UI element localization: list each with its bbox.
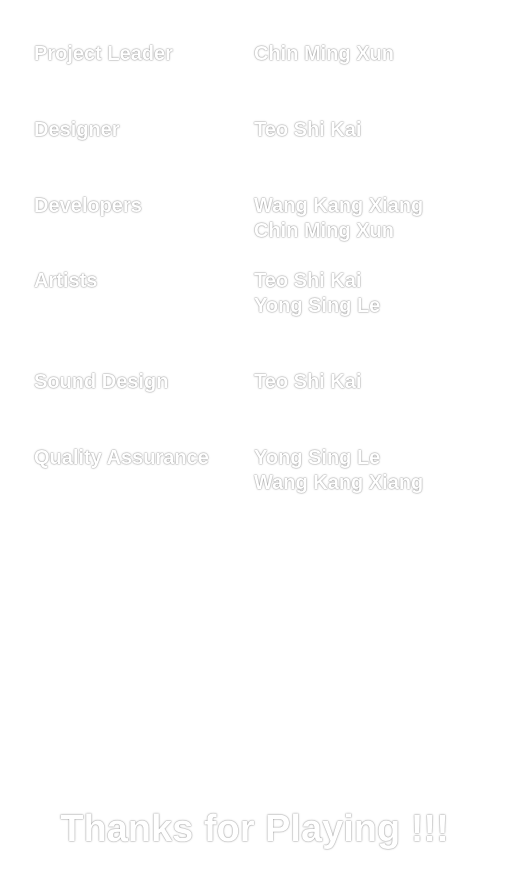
credit-name: Teo Shi Kai — [254, 119, 362, 141]
credit-name: Teo Shi Kai — [254, 371, 362, 393]
credit-name: Chin Ming Xun — [254, 220, 394, 242]
credit-role: Project Leader — [34, 43, 173, 65]
thanks-message: Thanks for Playing !!! — [60, 808, 449, 850]
credit-name: Wang Kang Xiang — [254, 195, 424, 217]
credit-names: Teo Shi Kai Yong Sing Le — [254, 269, 380, 319]
credit-names: Chin Ming Xun — [254, 42, 394, 67]
credit-role: Sound Design — [34, 371, 169, 393]
credit-names: Yong Sing Le Wang Kang Xiang — [254, 446, 423, 496]
credit-role: Designer — [34, 119, 120, 141]
credit-name: Yong Sing Le — [254, 447, 381, 469]
credit-name: Yong Sing Le — [254, 295, 381, 317]
credit-names: Teo Shi Kai — [254, 370, 361, 395]
credit-name: Wang Kang Xiang — [254, 472, 424, 494]
credit-names: Teo Shi Kai — [254, 118, 361, 143]
credit-names: Wang Kang Xiang Chin Ming Xun — [254, 194, 423, 244]
credit-role: Artists — [34, 270, 98, 292]
credit-name: Teo Shi Kai — [254, 270, 362, 292]
credit-role: Quality Assurance — [34, 447, 209, 469]
credit-role: Developers — [34, 195, 142, 217]
credit-name: Chin Ming Xun — [254, 43, 394, 65]
